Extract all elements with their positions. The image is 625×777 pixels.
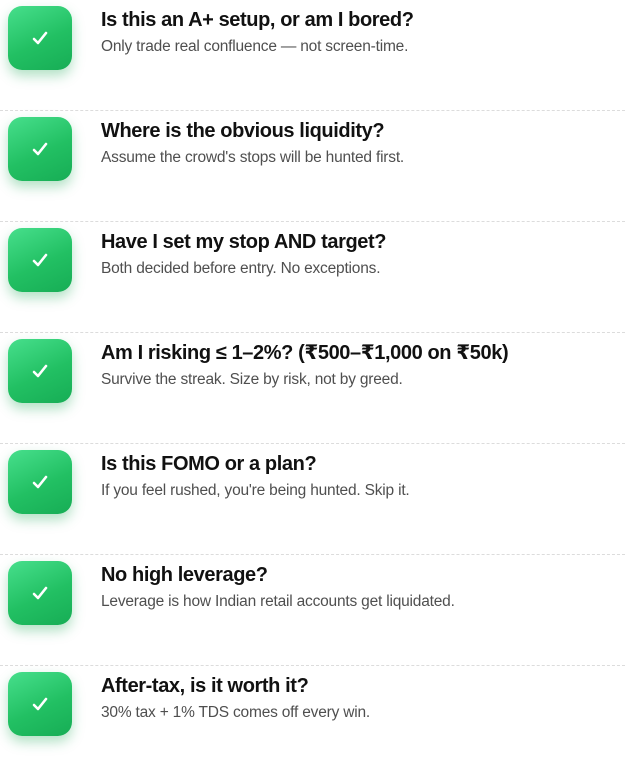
item-subtitle: Leverage is how Indian retail accounts g… [101, 593, 455, 610]
item-subtitle: 30% tax + 1% TDS comes off every win. [101, 704, 370, 721]
checkbox-checked[interactable] [8, 6, 72, 70]
checkbox-checked[interactable] [8, 561, 72, 625]
item-subtitle: Only trade real confluence — not screen-… [101, 38, 409, 55]
checkbox-checked[interactable] [8, 450, 72, 514]
checklist-item: No high leverage? Leverage is how Indian… [0, 555, 625, 666]
checkbox-checked[interactable] [8, 117, 72, 181]
checklist: Is this an A+ setup, or am I bored? Only… [0, 0, 625, 736]
checkmark-icon [32, 142, 48, 156]
checkmark-icon [32, 586, 48, 600]
item-subtitle: Survive the streak. Size by risk, not by… [101, 371, 403, 388]
item-title: Have I set my stop AND target? [101, 231, 387, 253]
item-title: No high leverage? [101, 564, 268, 586]
checklist-item: Is this an A+ setup, or am I bored? Only… [0, 0, 625, 111]
checkmark-icon [32, 364, 48, 378]
item-title: Is this FOMO or a plan? [101, 453, 317, 475]
item-title: Where is the obvious liquidity? [101, 120, 385, 142]
checkmark-icon [32, 31, 48, 45]
checkbox-checked[interactable] [8, 228, 72, 292]
item-subtitle: If you feel rushed, you're being hunted.… [101, 482, 410, 499]
item-title: After-tax, is it worth it? [101, 675, 309, 697]
checklist-item: Am I risking ≤ 1–2%? (₹500–₹1,000 on ₹50… [0, 333, 625, 444]
checkbox-checked[interactable] [8, 672, 72, 736]
checklist-item: After-tax, is it worth it? 30% tax + 1% … [0, 666, 625, 777]
checklist-item: Where is the obvious liquidity? Assume t… [0, 111, 625, 222]
checklist-item: Have I set my stop AND target? Both deci… [0, 222, 625, 333]
item-subtitle: Assume the crowd's stops will be hunted … [101, 149, 405, 166]
checkmark-icon [32, 697, 48, 711]
checklist-item: Is this FOMO or a plan? If you feel rush… [0, 444, 625, 555]
item-title: Is this an A+ setup, or am I bored? [101, 9, 414, 31]
checkbox-checked[interactable] [8, 339, 72, 403]
checkmark-icon [32, 253, 48, 267]
checkmark-icon [32, 475, 48, 489]
item-subtitle: Both decided before entry. No exceptions… [101, 260, 381, 277]
item-title: Am I risking ≤ 1–2%? (₹500–₹1,000 on ₹50… [101, 342, 509, 364]
